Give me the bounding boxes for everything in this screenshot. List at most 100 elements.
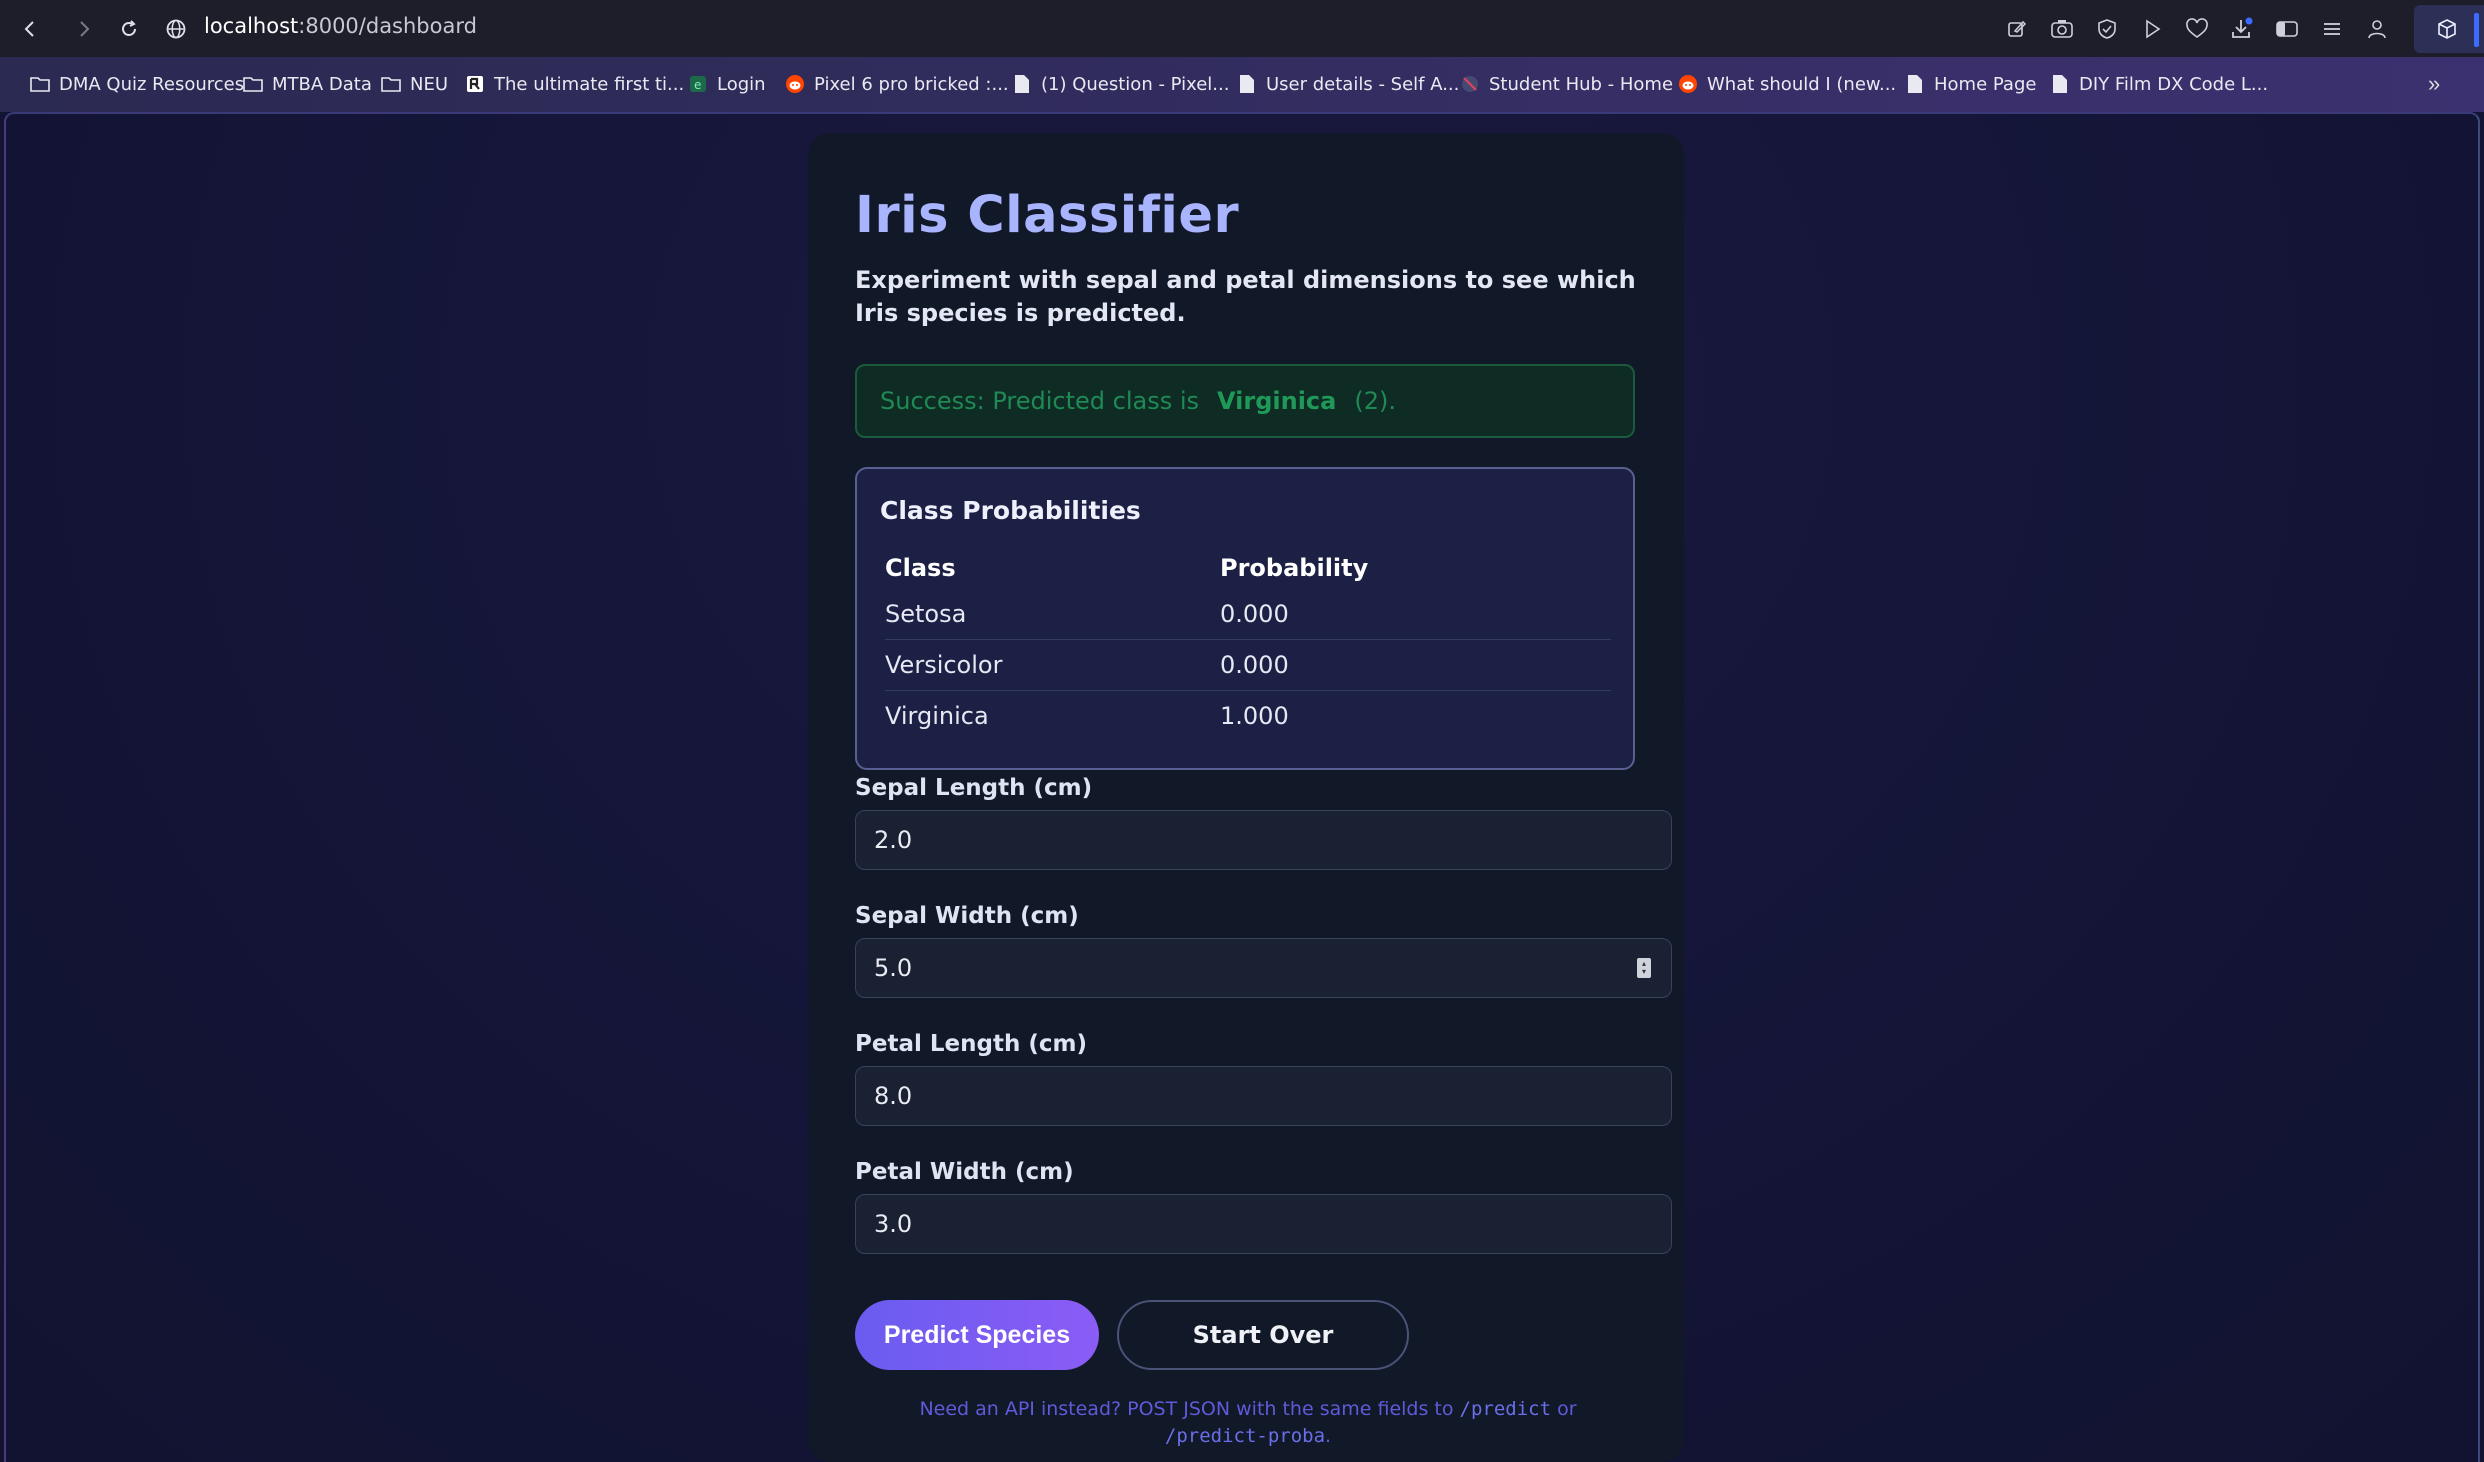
blocked-icon [1460, 74, 1480, 94]
bookmark-student-hub[interactable]: Student Hub - Home [1460, 72, 1673, 96]
play-icon [2146, 19, 2161, 39]
bookmark-mtba-data[interactable]: MTBA Data [243, 72, 372, 96]
reload-button[interactable] [111, 12, 147, 46]
profile-button[interactable] [2362, 14, 2392, 44]
sidebar-toggle-button[interactable] [2272, 14, 2302, 44]
bookmark-user-details[interactable]: User details - Self A... [1237, 72, 1459, 96]
camera-icon [2051, 20, 2073, 38]
bookmark-label: (1) Question - Pixel... [1041, 73, 1230, 95]
api-note-period: . [1325, 1425, 1332, 1447]
bookmark-label: Student Hub - Home [1489, 73, 1674, 95]
bookmark-label: MTBA Data [272, 73, 372, 95]
probabilities-table: Class Probability Setosa 0.000 Versicolo… [885, 547, 1611, 741]
predict-species-button[interactable]: Predict Species [855, 1300, 1099, 1370]
pencil-square-icon [2008, 20, 2027, 37]
reddit-icon [785, 74, 805, 94]
probabilities-panel: Class Probabilities Class Probability Se… [855, 467, 1635, 770]
bookmark-label: Home Page [1934, 73, 2037, 95]
bookmark-label: NEU [410, 73, 449, 95]
table-row: Virginica 1.000 [885, 691, 1611, 742]
site-r-icon [465, 74, 485, 94]
alert-prefix: Success: Predicted class is [880, 387, 1199, 415]
bookmarks-overflow-button[interactable]: » [2428, 71, 2440, 97]
bookmark-label: User details - Self A... [1266, 73, 1460, 95]
bookmarks-bar: DMA Quiz Resources MTBA Data NEU The ult… [0, 57, 2484, 112]
bookmark-dma-quiz[interactable]: DMA Quiz Resources [30, 72, 244, 96]
sidebar-icon [2276, 21, 2298, 37]
class-cell: Virginica [885, 702, 989, 730]
api-note-or: or [1557, 1398, 1577, 1420]
petal-width-label: Petal Width (cm) [855, 1159, 1074, 1185]
url-path: :8000/dashboard [298, 14, 477, 38]
bookmark-question-pixel[interactable]: (1) Question - Pixel... [1012, 72, 1229, 96]
page-icon [2050, 74, 2070, 94]
alert-suffix: (2). [1354, 387, 1396, 415]
probabilities-title: Class Probabilities [880, 496, 1141, 525]
page-icon [1237, 74, 1257, 94]
folder-icon [381, 74, 401, 94]
reload-icon [122, 20, 136, 36]
probability-cell: 0.000 [1220, 589, 1611, 640]
number-stepper-icon[interactable]: ▴ ▾ [1637, 958, 1651, 978]
bookmark-login[interactable]: e Login [688, 72, 766, 96]
edit-page-button[interactable] [2002, 14, 2032, 44]
cube-icon [2438, 19, 2456, 39]
bookmark-ultimate-first[interactable]: The ultimate first ti... [465, 72, 684, 96]
menu-button[interactable] [2317, 14, 2347, 44]
bookmark-label: Login [717, 73, 766, 95]
site-g-icon: e [688, 74, 708, 94]
reddit-icon [1678, 74, 1698, 94]
petal-length-input[interactable] [855, 1066, 1672, 1126]
bookmark-home-page[interactable]: Home Page [1905, 72, 2036, 96]
bookmark-label: DIY Film DX Code L... [2079, 73, 2269, 95]
probability-cell: 1.000 [1220, 702, 1289, 730]
favorites-button[interactable] [2182, 14, 2212, 44]
page-title: Iris Classifier [855, 186, 1240, 245]
page-subtitle: Experiment with sepal and petal dimensio… [855, 266, 1636, 327]
shield-button[interactable] [2092, 14, 2122, 44]
sepal-length-input[interactable] [855, 810, 1672, 870]
bookmark-label: What should I (new... [1707, 73, 1897, 95]
media-button[interactable] [2137, 14, 2167, 44]
heart-icon [2186, 18, 2208, 38]
api-note-text: Need an API instead? POST JSON with the … [919, 1398, 1454, 1420]
sepal-width-label: Sepal Width (cm) [855, 903, 1079, 929]
petal-length-label: Petal Length (cm) [855, 1031, 1087, 1057]
address-bar[interactable]: localhost:8000/dashboard [204, 14, 477, 38]
extension-button[interactable] [2414, 5, 2484, 53]
sepal-length-label: Sepal Length (cm) [855, 775, 1093, 801]
sepal-width-input[interactable] [855, 938, 1672, 998]
page-icon [1905, 74, 1925, 94]
bookmark-pixel-bricked[interactable]: Pixel 6 pro bricked :... [785, 72, 1009, 96]
table-row: Versicolor 0.000 [885, 639, 1611, 691]
api-endpoint-predict: /predict [1459, 1398, 1552, 1420]
screenshot-button[interactable] [2047, 14, 2077, 44]
url-host: localhost [204, 14, 299, 38]
bookmark-neu[interactable]: NEU [381, 72, 448, 96]
table-row: Setosa 0.000 [885, 589, 1611, 640]
forward-arrow-icon [80, 21, 90, 37]
folder-icon [243, 74, 263, 94]
api-endpoint-predict-proba: /predict-proba [1164, 1425, 1326, 1447]
start-over-button[interactable]: Start Over [1117, 1300, 1409, 1370]
page-icon [1012, 74, 1032, 94]
probability-cell: 0.000 [1220, 639, 1611, 691]
user-icon [2368, 20, 2386, 39]
back-arrow-icon [24, 21, 34, 37]
site-info-button[interactable] [158, 12, 194, 46]
alert-class-name: Virginica [1217, 387, 1337, 415]
bookmark-label: The ultimate first ti... [494, 73, 685, 95]
bookmark-what-should-i[interactable]: What should I (new... [1678, 72, 1896, 96]
bookmark-diy-film[interactable]: DIY Film DX Code L... [2050, 72, 2268, 96]
svg-text:e: e [694, 78, 701, 92]
downloads-button[interactable] [2227, 14, 2257, 44]
bookmark-label: Pixel 6 pro bricked :... [814, 73, 1009, 95]
petal-width-input[interactable] [855, 1194, 1672, 1254]
column-header-probability: Probability [1220, 554, 1369, 582]
extension-indicator [2474, 13, 2479, 47]
globe-icon [166, 19, 186, 39]
download-icon [2232, 17, 2253, 38]
forward-button[interactable] [66, 12, 102, 46]
shield-check-icon [2098, 19, 2116, 39]
back-button[interactable] [12, 12, 48, 46]
